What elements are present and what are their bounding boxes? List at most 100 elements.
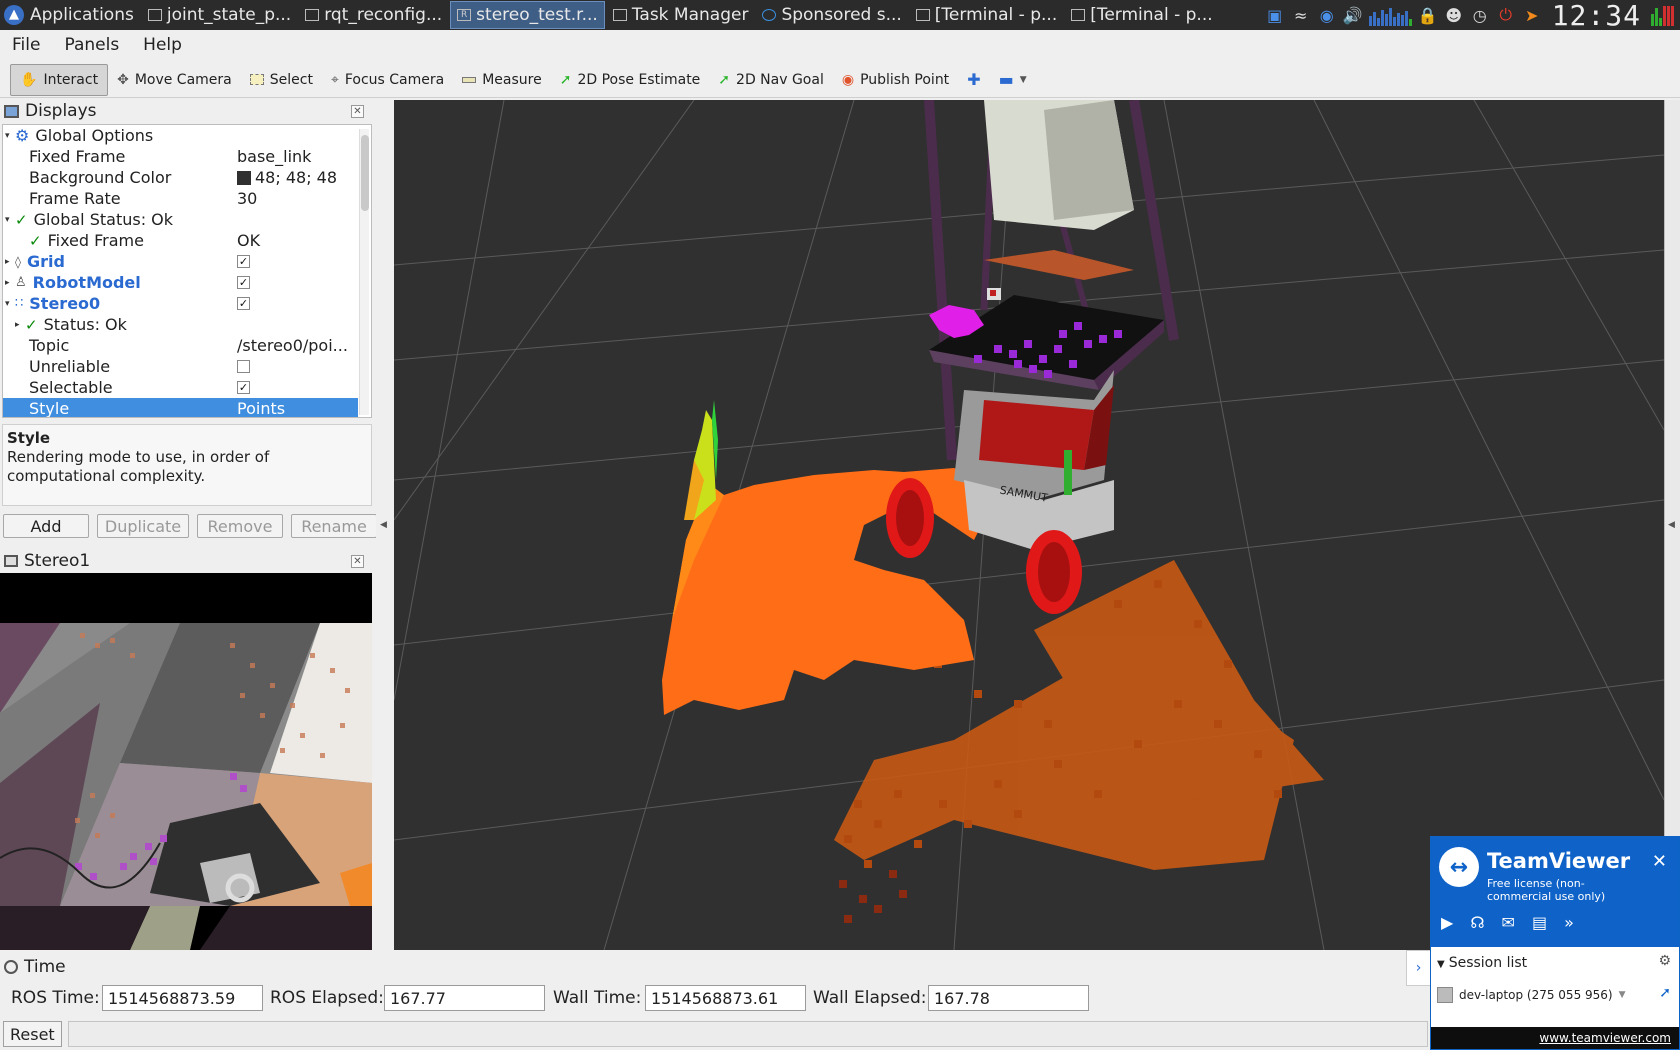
viewport-side-handle[interactable]: ◀ xyxy=(1664,100,1680,950)
close-icon[interactable]: ✕ xyxy=(351,554,364,568)
tree-row-frame-rate[interactable]: Frame Rate 30 xyxy=(3,188,358,209)
background-color-value[interactable]: 48; 48; 48 xyxy=(255,168,337,187)
expand-tv-icon[interactable]: › xyxy=(1406,950,1430,986)
teamviewer-tray-icon[interactable]: ◉ xyxy=(1317,5,1337,25)
ros-time-field[interactable]: 1514568873.59 xyxy=(102,985,263,1011)
expand-arrow-icon[interactable]: ▸ xyxy=(5,257,15,267)
task-terminal-2[interactable]: [Terminal - p... xyxy=(1065,1,1218,29)
task-sponsored[interactable]: Sponsored s... xyxy=(756,1,907,29)
tree-row-topic[interactable]: Topic /stereo0/poi... xyxy=(3,335,358,356)
timer-icon[interactable]: ◷ xyxy=(1470,5,1490,25)
remove-button[interactable]: Remove xyxy=(197,514,283,538)
unreliable-checkbox[interactable] xyxy=(237,360,250,373)
task-task-manager[interactable]: Task Manager xyxy=(607,1,755,29)
nav-goal-tool[interactable]: ➚ 2D Nav Goal xyxy=(709,64,833,96)
headset-icon[interactable]: ☊ xyxy=(1470,913,1484,932)
tree-row-style[interactable]: Style Points xyxy=(3,398,358,418)
tree-row-stereo0[interactable]: ▾ ∷ Stereo0 ✓ xyxy=(3,293,358,314)
interact-tool[interactable]: ✋ Interact xyxy=(10,63,109,96)
robot-model-enabled-checkbox[interactable]: ✓ xyxy=(237,276,250,289)
selectable-checkbox[interactable]: ✓ xyxy=(237,381,250,394)
tree-label: Style xyxy=(29,399,70,418)
tree-row-global-status[interactable]: ▾ ✓ Global Status: Ok xyxy=(3,209,358,230)
dock-splitter[interactable]: ◀ xyxy=(376,100,392,950)
session-device[interactable]: dev-laptop (275 055 956) ▼ xyxy=(1437,987,1626,1003)
stereo0-enabled-checkbox[interactable]: ✓ xyxy=(237,297,250,310)
ros-elapsed-field[interactable]: 167.77 xyxy=(384,985,545,1011)
menu-help[interactable]: Help xyxy=(131,35,194,55)
pose-estimate-tool[interactable]: ➚ 2D Pose Estimate xyxy=(551,64,710,96)
wifi-icon[interactable]: ≈ xyxy=(1291,5,1311,25)
add-button[interactable]: Add xyxy=(3,514,89,538)
tree-row-selectable[interactable]: Selectable ✓ xyxy=(3,377,358,398)
focus-camera-tool[interactable]: ⌖ Focus Camera xyxy=(322,64,453,96)
task-joint-state[interactable]: joint_state_p... xyxy=(142,1,297,29)
select-tool[interactable]: Select xyxy=(241,64,322,96)
publish-point-tool[interactable]: ◉ Publish Point xyxy=(833,64,958,96)
tree-row-status[interactable]: ▸ ✓ Status: Ok xyxy=(3,314,358,335)
power-icon[interactable]: ⏻ xyxy=(1496,5,1516,25)
expand-arrow-icon[interactable]: ▾ xyxy=(5,215,15,225)
task-stereo-test[interactable]: Rstereo_test.r... xyxy=(450,1,605,29)
tree-row-gs-fixed-frame[interactable]: ✓ Fixed Frame OK xyxy=(3,230,358,251)
files-icon[interactable]: ▤ xyxy=(1532,913,1547,932)
clock[interactable]: 12:34 xyxy=(1552,0,1641,30)
frame-rate-value[interactable]: 30 xyxy=(237,189,257,208)
3d-render-view[interactable]: SAMMUT xyxy=(394,100,1664,950)
topic-value[interactable]: /stereo0/poi... xyxy=(237,336,348,355)
style-value[interactable]: Points xyxy=(237,399,285,417)
close-icon[interactable]: ✕ xyxy=(1652,851,1667,872)
collapse-right-icon[interactable]: ◀ xyxy=(1668,520,1675,530)
measure-label: Measure xyxy=(482,71,542,88)
scrollbar-thumb[interactable] xyxy=(361,135,369,211)
dropdown-arrow-icon: ▼ xyxy=(1618,990,1626,1000)
collapse-left-icon[interactable]: ◀ xyxy=(380,520,387,530)
tree-row-unreliable[interactable]: Unreliable xyxy=(3,356,358,377)
menu-panels[interactable]: Panels xyxy=(52,35,131,55)
expand-arrow-icon[interactable]: ▾ xyxy=(5,299,15,309)
teamviewer-link[interactable]: www.teamviewer.com xyxy=(1431,1027,1679,1049)
measure-tool[interactable]: Measure xyxy=(453,64,551,96)
session-list-label: Session list xyxy=(1448,955,1528,971)
connect-arrow-icon[interactable]: ➚ xyxy=(1659,985,1671,1001)
task-rqt-reconfigure[interactable]: rqt_reconfig... xyxy=(299,1,448,29)
add-tool-button[interactable]: ✚ xyxy=(958,64,989,96)
fixed-frame-value[interactable]: base_link xyxy=(237,147,311,166)
stereo1-camera-view[interactable] xyxy=(0,573,372,950)
teamviewer-icon xyxy=(762,9,777,21)
session-list-header[interactable]: ▼ Session list xyxy=(1437,955,1527,971)
applications-menu[interactable]: ▲ Applications xyxy=(0,0,142,30)
tree-row-background-color[interactable]: Background Color 48; 48; 48 xyxy=(3,167,358,188)
remove-tool-button[interactable]: ▬ ▼ xyxy=(990,64,1036,96)
rename-button[interactable]: Rename xyxy=(291,514,377,538)
color-swatch[interactable] xyxy=(237,170,251,185)
video-icon[interactable]: ▶ xyxy=(1441,913,1453,932)
users-icon[interactable]: ☻ xyxy=(1444,5,1464,25)
workspace-switcher-icon[interactable]: ▣ xyxy=(1265,5,1285,25)
chat-icon[interactable]: ✉ xyxy=(1502,913,1515,932)
grid-enabled-checkbox[interactable]: ✓ xyxy=(237,255,250,268)
tree-scrollbar[interactable] xyxy=(359,129,369,415)
reset-button[interactable]: Reset xyxy=(3,1021,62,1047)
close-icon[interactable]: ✕ xyxy=(351,104,364,118)
tree-row-grid[interactable]: ▸ ◊ Grid ✓ xyxy=(3,251,358,272)
stereo1-title: Stereo1 xyxy=(24,551,91,571)
logout-icon[interactable]: ➤ xyxy=(1522,5,1542,25)
displays-panel-title: Displays ✕ xyxy=(0,100,374,122)
volume-icon[interactable]: 🔊 xyxy=(1343,5,1363,25)
move-camera-tool[interactable]: ✥ Move Camera xyxy=(108,64,241,96)
wall-elapsed-field[interactable]: 167.78 xyxy=(928,985,1089,1011)
expand-arrow-icon[interactable]: ▾ xyxy=(5,131,15,141)
expand-arrow-icon[interactable]: ▸ xyxy=(15,320,25,330)
tree-row-fixed-frame[interactable]: Fixed Frame base_link xyxy=(3,146,358,167)
task-terminal-1[interactable]: [Terminal - p... xyxy=(910,1,1063,29)
more-icon[interactable]: » xyxy=(1564,913,1574,932)
tree-row-global-options[interactable]: ▾ ⚙ Global Options xyxy=(3,125,358,146)
expand-arrow-icon[interactable]: ▸ xyxy=(5,278,15,288)
duplicate-button[interactable]: Duplicate xyxy=(97,514,189,538)
gear-icon[interactable]: ⚙ xyxy=(1658,953,1671,969)
lock-icon[interactable]: 🔒 xyxy=(1418,5,1438,25)
menu-file[interactable]: File xyxy=(0,35,52,55)
tree-row-robot-model[interactable]: ▸ ♙ RobotModel ✓ xyxy=(3,272,358,293)
wall-time-field[interactable]: 1514568873.61 xyxy=(645,985,806,1011)
